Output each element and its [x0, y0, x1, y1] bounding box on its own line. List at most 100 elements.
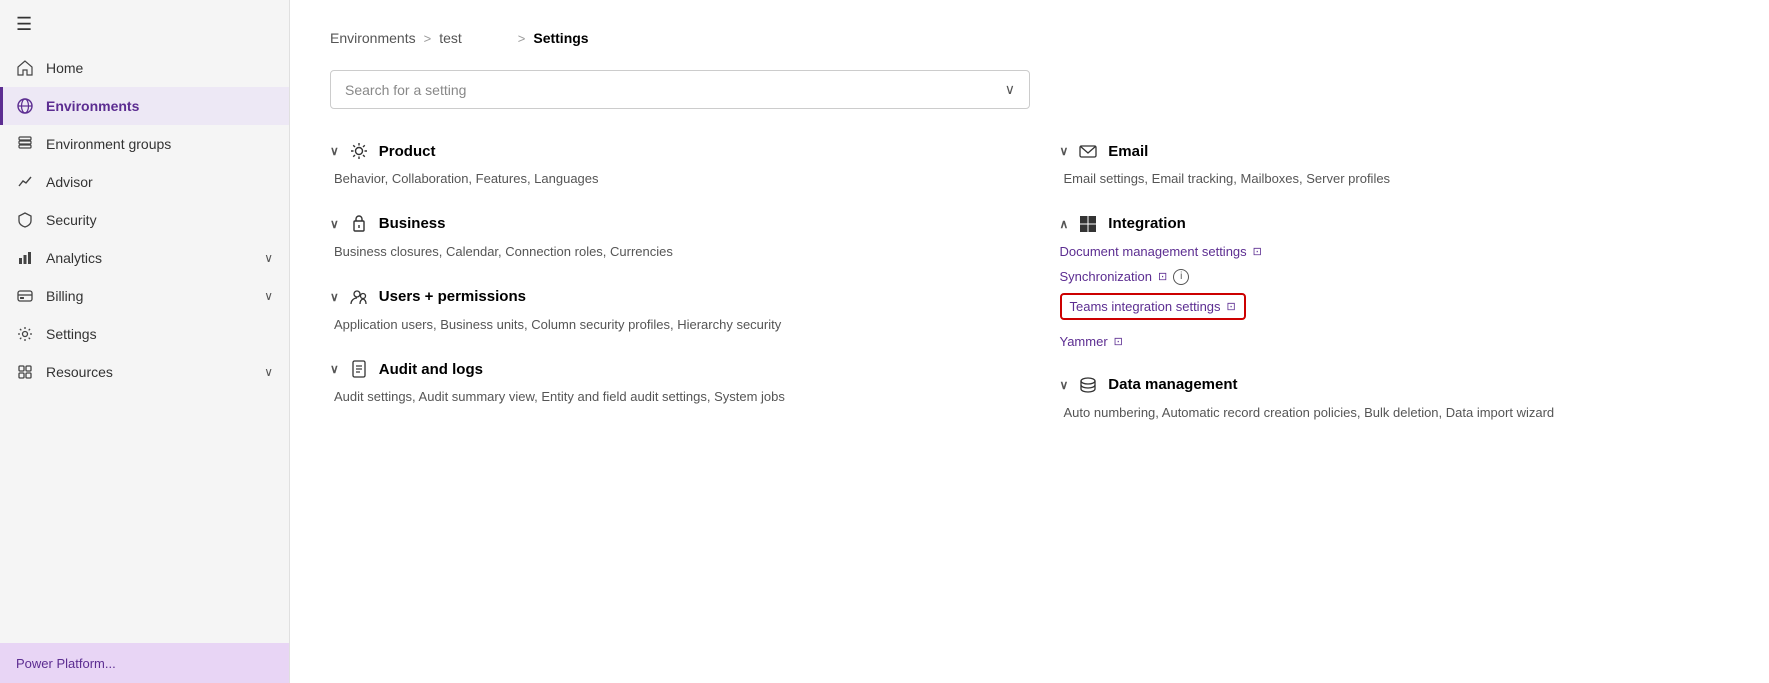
- audit-section: ∨ Audit and logs Audit settings, Audit s…: [330, 359, 1000, 408]
- chart-line-icon: [16, 173, 34, 191]
- breadcrumb-sep-2: >: [518, 31, 526, 46]
- chevron-down-icon: ∨: [264, 251, 273, 265]
- sidebar-item-label: Settings: [46, 326, 273, 342]
- sidebar-item-label: Environment groups: [46, 136, 273, 152]
- sidebar-item-analytics[interactable]: Analytics ∨: [0, 239, 289, 277]
- sidebar-item-label: Advisor: [46, 174, 273, 190]
- layers-icon: [16, 135, 34, 153]
- email-section: ∨ Email Email settings, Email tracking, …: [1060, 141, 1730, 190]
- sidebar-item-label: Resources: [46, 364, 252, 380]
- data-management-icon: [1078, 375, 1098, 395]
- sidebar-item-label: Billing: [46, 288, 252, 304]
- email-chevron-icon[interactable]: ∨: [1060, 144, 1069, 158]
- business-icon: [349, 214, 369, 234]
- bottom-hint-text: Power Platform...: [16, 656, 116, 671]
- external-link-icon-sync: ⊡: [1158, 270, 1167, 283]
- main-content: Environments > test > Settings Search fo…: [290, 0, 1769, 683]
- audit-icon: [349, 359, 369, 379]
- users-section-title: Users + permissions: [379, 288, 526, 305]
- sidebar: ☰ Home Environments: [0, 0, 290, 683]
- data-management-chevron-icon[interactable]: ∨: [1060, 378, 1069, 392]
- billing-icon: [16, 287, 34, 305]
- sidebar-item-environments[interactable]: Environments: [0, 87, 289, 125]
- users-chevron-icon[interactable]: ∨: [330, 290, 339, 304]
- chevron-down-icon: ∨: [264, 289, 273, 303]
- sidebar-item-resources[interactable]: Resources ∨: [0, 353, 289, 391]
- users-section-items: Application users, Business units, Colum…: [330, 315, 1000, 336]
- external-link-icon-yammer: ⊡: [1114, 335, 1123, 348]
- business-section-items: Business closures, Calendar, Connection …: [330, 242, 1000, 263]
- email-section-header: ∨ Email: [1060, 141, 1730, 161]
- analytics-icon: [16, 249, 34, 267]
- resources-icon: [16, 363, 34, 381]
- sidebar-top-bar: ☰: [0, 0, 289, 49]
- search-chevron-icon: ∨: [1005, 81, 1015, 98]
- external-link-icon: ⊡: [1253, 245, 1262, 258]
- users-section: ∨ Users + permissions Application users,…: [330, 287, 1000, 336]
- search-placeholder: Search for a setting: [345, 82, 1005, 98]
- data-management-section-title: Data management: [1108, 376, 1237, 393]
- home-icon: [16, 59, 34, 77]
- email-section-items: Email settings, Email tracking, Mailboxe…: [1060, 169, 1730, 190]
- audit-section-items: Audit settings, Audit summary view, Enti…: [330, 387, 1000, 408]
- audit-section-header: ∨ Audit and logs: [330, 359, 1000, 379]
- search-bar[interactable]: Search for a setting ∨: [330, 70, 1030, 109]
- doc-management-label: Document management settings: [1060, 244, 1247, 259]
- integration-section-title: Integration: [1108, 215, 1186, 232]
- settings-grid: ∨ Product Behavior, Collaboration, Featu…: [330, 141, 1729, 448]
- sidebar-item-label: Analytics: [46, 250, 252, 266]
- product-section-header: ∨ Product: [330, 141, 1000, 161]
- email-icon: [1078, 141, 1098, 161]
- integration-chevron-icon[interactable]: ∧: [1060, 217, 1069, 231]
- yammer-label: Yammer: [1060, 334, 1108, 349]
- hamburger-icon[interactable]: ☰: [16, 14, 32, 35]
- sidebar-bottom-hint: Power Platform...: [0, 643, 289, 683]
- sidebar-item-environment-groups[interactable]: Environment groups: [0, 125, 289, 163]
- audit-chevron-icon[interactable]: ∨: [330, 362, 339, 376]
- synchronization-label: Synchronization: [1060, 269, 1153, 284]
- business-section-header: ∨ Business: [330, 214, 1000, 234]
- external-link-icon-teams: ⊡: [1227, 300, 1236, 313]
- product-section-items: Behavior, Collaboration, Features, Langu…: [330, 169, 1000, 190]
- sidebar-item-home[interactable]: Home: [0, 49, 289, 87]
- integration-links: Document management settings ⊡ Synchroni…: [1060, 242, 1730, 351]
- business-chevron-icon[interactable]: ∨: [330, 217, 339, 231]
- users-section-header: ∨ Users + permissions: [330, 287, 1000, 307]
- doc-management-link[interactable]: Document management settings ⊡: [1060, 242, 1730, 261]
- teams-integration-label: Teams integration settings: [1070, 299, 1221, 314]
- integration-section: ∧ Integration Document managem: [1060, 214, 1730, 351]
- sidebar-item-settings[interactable]: Settings: [0, 315, 289, 353]
- product-chevron-icon[interactable]: ∨: [330, 144, 339, 158]
- business-section-title: Business: [379, 215, 446, 232]
- chevron-down-icon: ∨: [264, 365, 273, 379]
- info-icon[interactable]: i: [1173, 269, 1189, 285]
- gear-icon: [16, 325, 34, 343]
- sidebar-item-label: Home: [46, 60, 273, 76]
- sidebar-item-billing[interactable]: Billing ∨: [0, 277, 289, 315]
- right-column: ∨ Email Email settings, Email tracking, …: [1060, 141, 1730, 448]
- sidebar-nav: Home Environments Environm: [0, 49, 289, 643]
- left-column: ∨ Product Behavior, Collaboration, Featu…: [330, 141, 1000, 448]
- shield-icon: [16, 211, 34, 229]
- audit-section-title: Audit and logs: [379, 361, 483, 378]
- breadcrumb: Environments > test > Settings: [330, 30, 1729, 46]
- breadcrumb-test[interactable]: test: [439, 30, 462, 46]
- sidebar-item-label: Environments: [46, 98, 273, 114]
- product-section: ∨ Product Behavior, Collaboration, Featu…: [330, 141, 1000, 190]
- sidebar-item-advisor[interactable]: Advisor: [0, 163, 289, 201]
- integration-section-header: ∧ Integration: [1060, 214, 1730, 234]
- sidebar-item-security[interactable]: Security: [0, 201, 289, 239]
- data-management-section-items: Auto numbering, Automatic record creatio…: [1060, 403, 1730, 424]
- breadcrumb-current: Settings: [533, 30, 588, 46]
- sidebar-item-label: Security: [46, 212, 273, 228]
- users-icon: [349, 287, 369, 307]
- business-section: ∨ Business Business closures, Calendar, …: [330, 214, 1000, 263]
- email-section-title: Email: [1108, 143, 1148, 160]
- breadcrumb-environments[interactable]: Environments: [330, 30, 416, 46]
- product-icon: [349, 141, 369, 161]
- yammer-link[interactable]: Yammer ⊡: [1060, 332, 1730, 351]
- synchronization-link[interactable]: Synchronization ⊡ i: [1060, 267, 1730, 287]
- data-management-section-header: ∨ Data management: [1060, 375, 1730, 395]
- teams-integration-link[interactable]: Teams integration settings ⊡: [1060, 293, 1246, 320]
- product-section-title: Product: [379, 143, 436, 160]
